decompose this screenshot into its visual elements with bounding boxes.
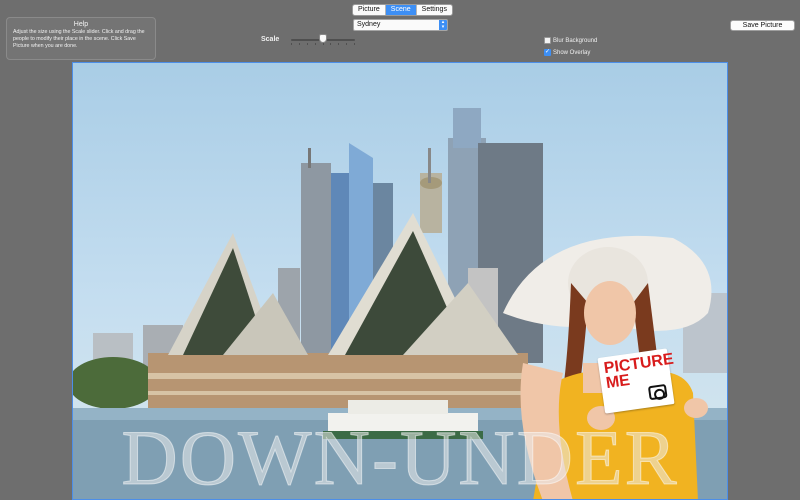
blur-background-checkbox[interactable] [544,37,551,44]
blur-background-label: Blur Background [553,37,598,44]
scene-canvas[interactable]: PICTURE ME DOWN-UNDER [72,62,728,500]
scale-slider[interactable] [291,34,355,46]
picture-me-sign[interactable]: PICTURE ME [597,348,675,414]
scene-overlay-text: DOWN-UNDER [121,414,679,500]
tab-picture[interactable]: Picture [353,5,385,15]
tab-scene[interactable]: Scene [384,5,416,15]
segmented-tabs: Picture Scene Settings [352,4,453,16]
scale-label: Scale [261,36,280,43]
help-title: Help [73,21,89,28]
show-overlay-checkbox[interactable]: ✓ [544,49,551,56]
scene-select[interactable]: Sydney ▴ ▾ [353,19,448,31]
tab-settings[interactable]: Settings [415,5,452,15]
slider-ticks [291,43,355,46]
camera-icon [647,383,668,401]
scene-select-value: Sydney [357,21,381,28]
show-overlay-label: Show Overlay [553,49,591,56]
chevron-updown-icon: ▴ ▾ [439,20,447,30]
blur-background-option[interactable]: Blur Background [544,37,597,44]
save-picture-button[interactable]: Save Picture [730,20,795,31]
help-box: Help Adjust the size using the Scale sli… [6,17,156,60]
slider-thumb[interactable] [319,34,327,43]
show-overlay-option[interactable]: ✓ Show Overlay [544,49,590,56]
help-text: Adjust the size using the Scale slider. … [13,29,145,49]
